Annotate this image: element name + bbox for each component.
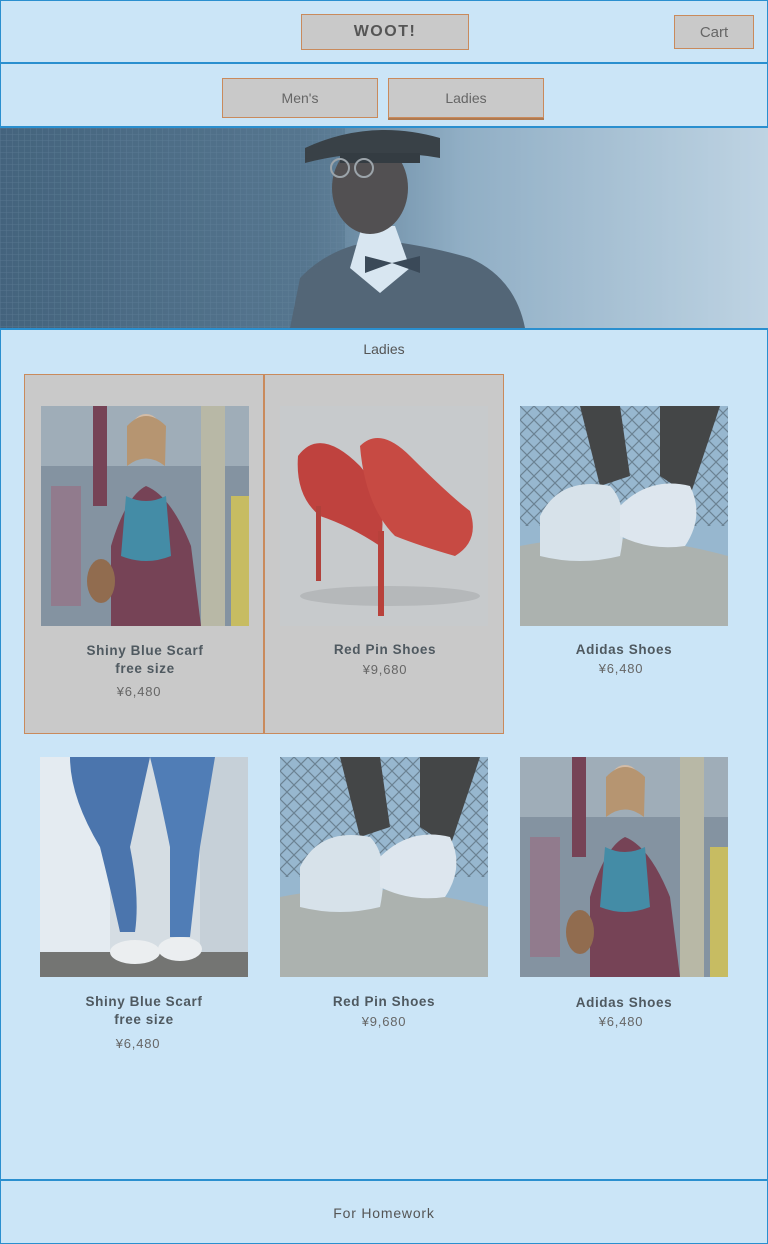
product-size: free size <box>114 1012 174 1027</box>
footer-text: For Homework <box>333 1204 435 1221</box>
product-price: ¥9,680 <box>361 1014 407 1029</box>
logo-button[interactable]: WOOT! <box>301 14 469 50</box>
product-price: ¥6,480 <box>116 684 162 699</box>
category-nav: Men's Ladies <box>0 64 768 128</box>
product-price: ¥6,480 <box>115 1036 161 1051</box>
product-name: Red Pin Shoes <box>333 642 437 657</box>
product-card[interactable]: Adidas Shoes ¥6,480 <box>504 727 744 1067</box>
product-size: free size <box>115 661 175 676</box>
product-card[interactable]: Red Pin Shoes ¥9,680 <box>264 727 504 1067</box>
product-name: Shiny Blue Scarf <box>85 994 203 1009</box>
header: WOOT! Cart <box>0 0 768 64</box>
section-title: Ladies <box>363 341 405 357</box>
product-name: Shiny Blue Scarf <box>86 643 204 658</box>
product-name: Adidas Shoes <box>575 642 673 657</box>
product-image[interactable] <box>520 757 728 977</box>
product-name: Adidas Shoes <box>575 995 673 1010</box>
product-image[interactable] <box>520 406 728 626</box>
product-card[interactable]: Red Pin Shoes ¥9,680 <box>264 374 504 734</box>
product-price: ¥9,680 <box>362 662 408 677</box>
product-image[interactable] <box>41 406 249 626</box>
product-price: ¥6,480 <box>598 661 644 676</box>
footer: For Homework <box>0 1179 768 1244</box>
nav-mens-button[interactable]: Men's <box>222 78 378 118</box>
hero-banner <box>0 128 768 330</box>
product-card[interactable]: Adidas Shoes ¥6,480 <box>504 374 744 734</box>
product-image[interactable] <box>40 757 248 977</box>
cart-button[interactable]: Cart <box>674 15 754 49</box>
product-card[interactable]: Shiny Blue Scarf free size ¥6,480 <box>24 374 264 734</box>
nav-ladies-button[interactable]: Ladies <box>388 78 544 118</box>
product-card[interactable]: Shiny Blue Scarf free size ¥6,480 <box>24 727 264 1067</box>
product-image[interactable] <box>280 757 488 977</box>
hero-image <box>0 128 768 328</box>
product-image[interactable] <box>280 406 488 626</box>
product-price: ¥6,480 <box>598 1014 644 1029</box>
product-name: Red Pin Shoes <box>332 994 436 1009</box>
